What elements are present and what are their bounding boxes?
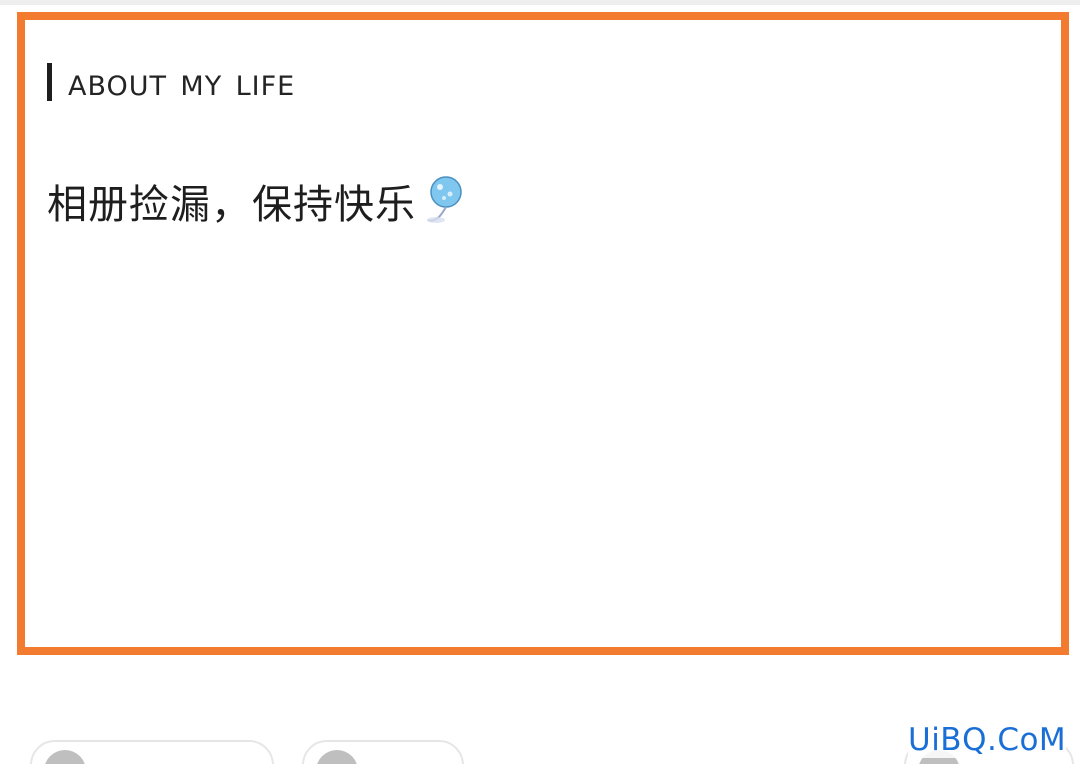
action-pill-1[interactable] xyxy=(30,740,274,764)
post-caption: 相册捡漏，保持快乐 xyxy=(47,182,416,228)
action-pill-2[interactable] xyxy=(302,740,464,764)
heading-bar xyxy=(47,63,52,101)
more-dots[interactable]: • • xyxy=(826,759,865,764)
post-caption-row: 相册捡漏，保持快乐 xyxy=(47,172,1039,230)
post-content: about my life 相册捡漏，保持快乐 xyxy=(47,56,1039,230)
avatar-icon xyxy=(44,750,86,764)
post-heading: about my life xyxy=(68,59,296,105)
post-highlight-frame: about my life 相册捡漏，保持快乐 xyxy=(17,12,1069,655)
top-divider xyxy=(0,0,1080,5)
balloon-icon xyxy=(422,174,466,228)
post-heading-row: about my life xyxy=(47,56,1039,108)
comment-icon xyxy=(316,750,358,764)
watermark: UiBQ.CoM xyxy=(908,722,1067,758)
